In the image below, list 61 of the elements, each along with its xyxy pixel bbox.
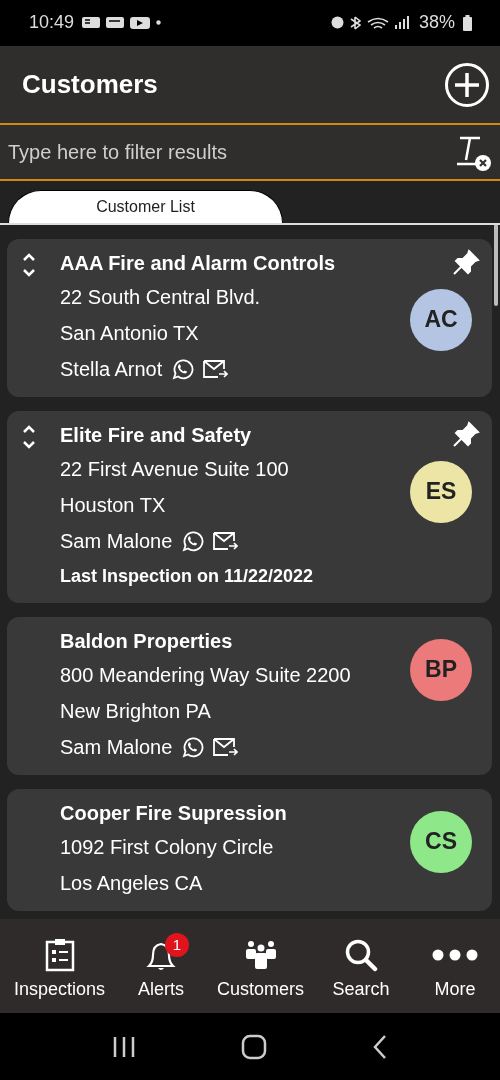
avatar: AC — [410, 288, 472, 351]
alert-count-badge: 1 — [165, 932, 190, 957]
status-time: 10:49 — [29, 12, 75, 34]
wifi-icon — [366, 16, 389, 29]
contact-name: Sam Malone — [60, 528, 173, 554]
customer-address: 800 Meandering Way Suite 2200 — [60, 662, 352, 688]
recent-apps-icon[interactable] — [112, 1034, 137, 1059]
customer-list-tab[interactable]: Customer List — [8, 189, 283, 223]
signal-icon — [394, 16, 409, 30]
last-inspection: Last Inspection on 11/22/2022 — [60, 564, 315, 588]
add-button[interactable] — [444, 61, 490, 108]
customer-card[interactable]: Elite Fire and Safety 22 First Avenue Suite 100 Houston TX Sam Malone Last Inspection on 11/22/2022 ES — [7, 410, 492, 603]
page-title: Customers — [22, 69, 158, 100]
nav-tab[interactable]: 1 Alerts — [131, 932, 192, 1000]
home-icon[interactable] — [241, 1033, 267, 1060]
pin-icon[interactable] — [452, 248, 480, 277]
whatsapp-icon[interactable] — [180, 528, 205, 553]
nav-tab[interactable]: More — [417, 932, 492, 1000]
video-icon — [130, 16, 151, 29]
customer-name: AAA Fire and Alarm Controls — [60, 250, 337, 276]
customer-address: 1092 First Colony Circle — [60, 834, 275, 860]
nav-tab[interactable]: Search — [330, 932, 392, 1000]
filter-bar[interactable]: Type here to filter results — [0, 123, 500, 181]
back-icon[interactable] — [371, 1033, 388, 1060]
customer-card[interactable]: AAA Fire and Alarm Controls 22 South Central Blvd. San Antonio TX Stella Arnot AC — [7, 238, 492, 397]
customer-name: Elite Fire and Safety — [60, 422, 253, 448]
people-icon — [244, 938, 277, 971]
customer-name: Baldon Properties — [60, 628, 234, 654]
more-icon — [431, 948, 478, 961]
bluetooth-icon — [349, 15, 361, 30]
avatar: BP — [410, 638, 472, 701]
notification-icon — [82, 17, 101, 29]
customer-city: Houston TX — [60, 492, 167, 518]
customer-city: San Antonio TX — [60, 320, 200, 346]
search-icon — [344, 937, 378, 972]
nav-tab[interactable]: Inspections — [14, 932, 106, 1000]
customer-card[interactable]: Baldon Properties 800 Meandering Way Suite 2200 New Brighton PA Sam Malone BP — [7, 616, 492, 775]
customer-address: 22 South Central Blvd. — [60, 284, 262, 310]
customer-name: Cooper Fire Supression — [60, 800, 288, 826]
alarm-icon — [330, 16, 344, 30]
customer-city: Los Angeles CA — [60, 870, 204, 896]
pin-icon[interactable] — [452, 420, 480, 449]
avatar: ES — [410, 460, 472, 523]
customer-city: New Brighton PA — [60, 698, 212, 724]
battery-icon — [463, 14, 472, 31]
nav-tab[interactable]: Customers — [217, 932, 305, 1000]
email-icon[interactable] — [212, 735, 239, 758]
avatar: CS — [410, 810, 472, 873]
email-icon[interactable] — [202, 357, 229, 380]
notification-icon — [106, 17, 125, 29]
dot-icon — [156, 20, 162, 26]
filter-field[interactable]: Type here to filter results — [8, 140, 454, 164]
customer-card[interactable]: Cooper Fire Supression 1092 First Colony Circle Los Angeles CA CS — [7, 788, 492, 911]
customer-address: 22 First Avenue Suite 100 — [60, 456, 290, 482]
whatsapp-icon[interactable] — [180, 734, 205, 759]
contact-name: Stella Arnot — [60, 356, 163, 382]
email-icon[interactable] — [212, 529, 239, 552]
clipboard-icon — [44, 937, 75, 972]
battery-level: 38% — [418, 12, 455, 34]
whatsapp-icon[interactable] — [170, 356, 195, 381]
contact-name: Sam Malone — [60, 734, 173, 760]
